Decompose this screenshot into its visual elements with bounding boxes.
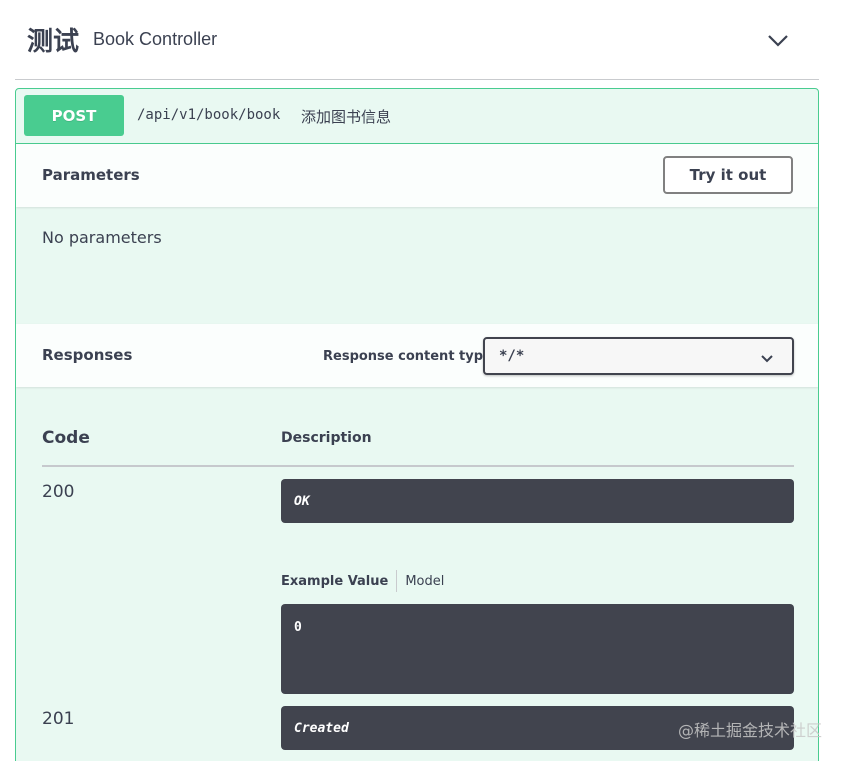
operation-summary[interactable]: POST /api/v1/book/book 添加图书信息 [16,89,818,144]
response-description-text: Created [294,721,349,736]
response-content-type-label: Response content type [323,349,492,364]
example-value-text: 0 [294,620,302,635]
tab-example-value[interactable]: Example Value [281,574,388,589]
response-content-type-select[interactable]: */* [483,337,794,375]
try-it-out-button[interactable]: Try it out [663,156,793,194]
parameters-title: Parameters [42,166,140,184]
response-description-200: OK [281,479,794,523]
tab-model[interactable]: Model [405,574,444,589]
column-header-description: Description [281,430,372,446]
tag-name: 测试 [27,27,80,57]
example-value-box: 0 [281,604,794,694]
method-badge: POST [24,95,124,136]
watermark: @稀土掘金技术社区 [677,721,822,740]
table-header-divider [42,465,794,467]
operation-path: /api/v1/book/book [137,107,281,123]
response-description-text: OK [294,494,310,509]
tab-divider [396,570,398,592]
parameters-header: Parameters Try it out [16,144,818,207]
operation-block-post: POST /api/v1/book/book 添加图书信息 Parameters… [15,88,819,761]
tag-header[interactable]: 测试 Book Controller [15,0,819,80]
response-content-type-value: */* [499,348,525,364]
responses-title: Responses [42,346,133,364]
chevron-down-icon [760,351,774,369]
response-code-201: 201 [42,709,75,729]
operation-summary-text: 添加图书信息 [301,108,392,126]
tag-description: Book Controller [93,29,218,49]
column-header-code: Code [42,428,90,448]
chevron-down-icon[interactable] [765,28,791,54]
no-parameters-text: No parameters [42,228,162,247]
example-tabs: Example Value Model [281,570,444,592]
response-code-200: 200 [42,482,75,502]
